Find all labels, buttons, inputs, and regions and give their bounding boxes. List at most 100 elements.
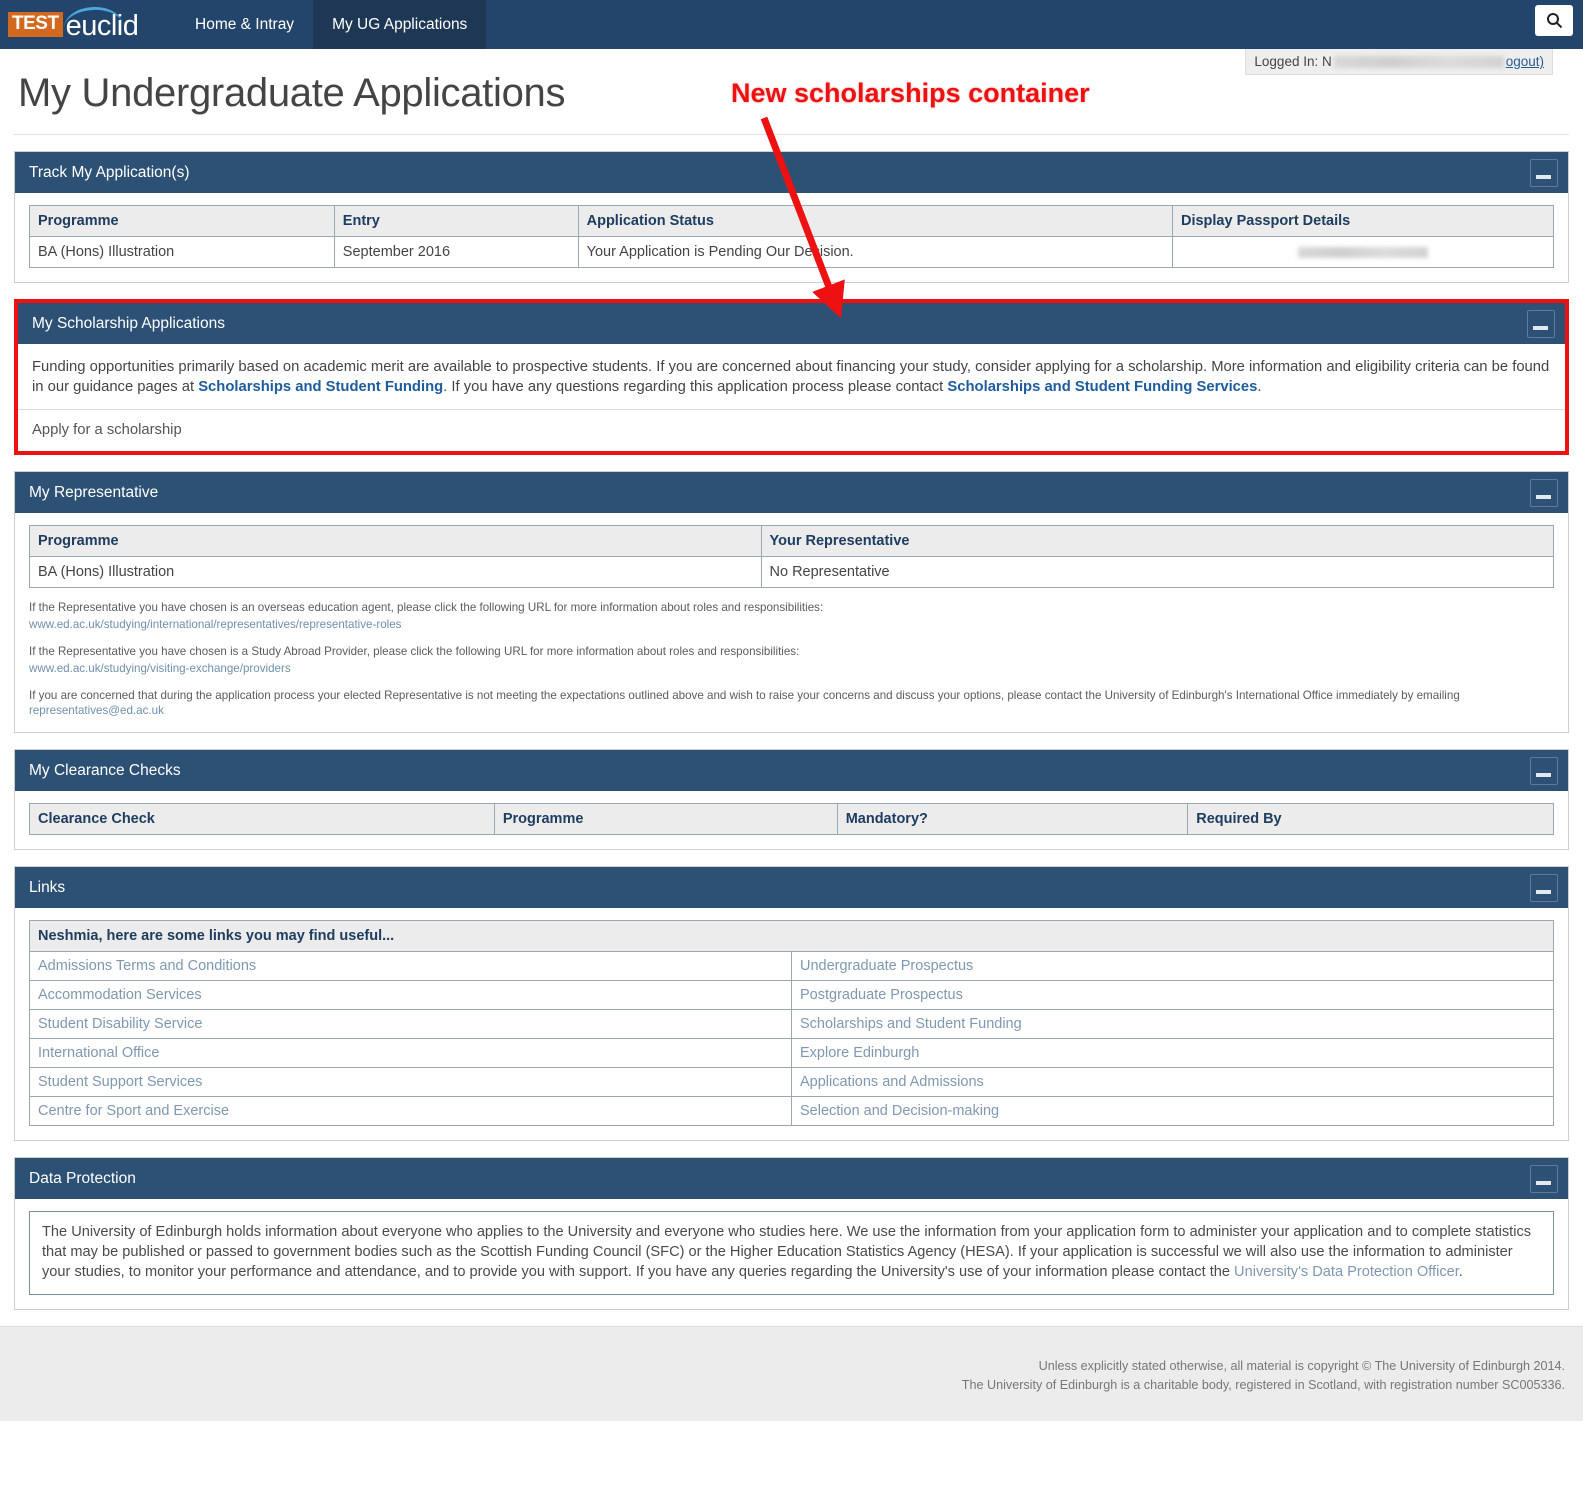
minimize-icon-track-applications[interactable]	[1530, 159, 1558, 187]
list-item: Centre for Sport and Exercise Selection …	[29, 1096, 1554, 1126]
panel-my-representative: My Representative Programme Your Represe…	[14, 471, 1569, 733]
nav-item-home-intray[interactable]: Home & Intray	[176, 0, 313, 49]
representatives-email-link[interactable]: representatives@ed.ac.uk	[29, 704, 164, 717]
cell-programme: BA (Hons) Illustration	[29, 556, 762, 588]
table-header-row: Clearance Check Programme Mandatory? Req…	[29, 803, 1554, 835]
apply-for-a-scholarship-row[interactable]: Apply for a scholarship	[18, 410, 1565, 451]
username-redacted	[1333, 55, 1504, 68]
panel-title-data-protection: Data Protection	[29, 1169, 136, 1187]
minimize-icon-data-protection[interactable]	[1530, 1165, 1558, 1193]
representative-note-3-text: If you are concerned that during the app…	[29, 689, 1460, 702]
cell-link-right: Scholarships and Student Funding	[791, 1009, 1554, 1039]
links-table-header: Neshmia, here are some links you may fin…	[29, 920, 1554, 952]
brand-logo[interactable]: TEST euclid	[0, 0, 160, 49]
panel-header-track-applications: Track My Application(s)	[15, 152, 1568, 193]
panel-title-my-representative: My Representative	[29, 483, 159, 501]
cell-link-right: Applications and Admissions	[791, 1067, 1554, 1097]
cell-link-left: Centre for Sport and Exercise	[29, 1096, 792, 1126]
page-content: My Undergraduate Applications Track My A…	[0, 71, 1583, 1310]
link-centre-for-sport-and-exercise[interactable]: Centre for Sport and Exercise	[38, 1103, 229, 1119]
logout-link[interactable]: ogout)	[1506, 54, 1544, 69]
cell-passport-details	[1171, 236, 1555, 268]
scholarship-intro-part2: . If you have any questions regarding th…	[443, 379, 948, 395]
panel-header-links: Links	[15, 867, 1568, 908]
data-protection-officer-link[interactable]: University's Data Protection Officer	[1234, 1264, 1459, 1280]
link-selection-and-decision-making[interactable]: Selection and Decision-making	[800, 1103, 999, 1119]
cell-link-right: Selection and Decision-making	[791, 1096, 1554, 1126]
brand-swoosh-icon	[63, 5, 123, 28]
visiting-exchange-providers-url[interactable]: www.ed.ac.uk/studying/visiting-exchange/…	[29, 661, 1554, 676]
representative-roles-url[interactable]: www.ed.ac.uk/studying/international/repr…	[29, 617, 1554, 632]
search-button[interactable]	[1535, 5, 1573, 36]
table-header-row: Neshmia, here are some links you may fin…	[29, 920, 1554, 952]
cell-link-right: Explore Edinburgh	[791, 1038, 1554, 1068]
panel-body-data-protection: The University of Edinburgh holds inform…	[15, 1199, 1568, 1309]
nav-item-my-ug-applications[interactable]: My UG Applications	[313, 0, 487, 49]
panel-title-clearance-checks: My Clearance Checks	[29, 761, 181, 779]
link-scholarships-and-student-funding[interactable]: Scholarships and Student Funding	[800, 1016, 1022, 1032]
annotation-label: New scholarships container	[731, 78, 1090, 108]
column-required-by: Required By	[1187, 803, 1554, 835]
representative-table: Programme Your Representative BA (Hons) …	[29, 525, 1555, 588]
panel-data-protection: Data Protection The University of Edinbu…	[14, 1157, 1569, 1310]
panel-title-links: Links	[29, 878, 66, 896]
link-explore-edinburgh[interactable]: Explore Edinburgh	[800, 1045, 919, 1061]
minimize-icon-my-representative[interactable]	[1530, 479, 1558, 507]
panel-clearance-checks: My Clearance Checks Clearance Check Prog…	[14, 749, 1569, 850]
page-footer: Unless explicitly stated otherwise, all …	[0, 1326, 1583, 1421]
footer-charity-line: The University of Edinburgh is a charita…	[961, 1378, 1565, 1392]
cell-link-left: Student Disability Service	[29, 1009, 792, 1039]
link-admissions-terms-and-conditions[interactable]: Admissions Terms and Conditions	[38, 958, 256, 974]
passport-value-redacted	[1297, 246, 1428, 258]
representative-note-3: If you are concerned that during the app…	[29, 688, 1554, 718]
column-entry: Entry	[333, 205, 579, 237]
representative-note-1: If the Representative you have chosen is…	[29, 600, 1554, 632]
cell-link-left: Student Support Services	[29, 1067, 792, 1097]
column-clearance-check: Clearance Check	[29, 803, 495, 835]
list-item: Admissions Terms and Conditions Undergra…	[29, 951, 1554, 981]
table-header-row: Programme Entry Application Status Displ…	[29, 205, 1555, 237]
cell-link-right: Postgraduate Prospectus	[791, 980, 1554, 1010]
scholarships-and-student-funding-link[interactable]: Scholarships and Student Funding	[198, 379, 443, 395]
column-programme: Programme	[29, 205, 335, 237]
top-navigation-bar: TEST euclid Home & Intray My UG Applicat…	[0, 0, 1583, 49]
track-applications-table: Programme Entry Application Status Displ…	[29, 205, 1555, 268]
logged-in-bar: Logged In: N ogout)	[1245, 49, 1553, 75]
panel-body-my-representative: Programme Your Representative BA (Hons) …	[15, 513, 1568, 732]
link-student-support-services[interactable]: Student Support Services	[38, 1074, 202, 1090]
panel-body-track-applications: Programme Entry Application Status Displ…	[15, 193, 1568, 282]
panel-body-clearance-checks: Clearance Check Programme Mandatory? Req…	[15, 791, 1568, 849]
panel-header-my-representative: My Representative	[15, 472, 1568, 513]
link-international-office[interactable]: International Office	[38, 1045, 159, 1061]
list-item: Student Disability Service Scholarships …	[29, 1009, 1554, 1039]
panel-title-track-applications: Track My Application(s)	[29, 163, 190, 181]
table-header-row: Programme Your Representative	[29, 525, 1555, 557]
representative-note-2: If the Representative you have chosen is…	[29, 644, 1554, 676]
scholarships-and-student-funding-services-link[interactable]: Scholarships and Student Funding Service…	[947, 379, 1257, 395]
search-icon	[1546, 12, 1563, 29]
link-accommodation-services[interactable]: Accommodation Services	[38, 987, 202, 1003]
minimize-icon-scholarship-applications[interactable]	[1527, 310, 1555, 338]
cell-link-left: International Office	[29, 1038, 792, 1068]
panel-header-scholarship-applications: My Scholarship Applications	[18, 303, 1565, 344]
panel-body-links: Neshmia, here are some links you may fin…	[15, 908, 1568, 1140]
column-application-status: Application Status	[577, 205, 1173, 237]
logged-in-label: Logged In: N	[1254, 54, 1332, 69]
minimize-icon-links[interactable]	[1530, 874, 1558, 902]
scholarship-intro-part3: .	[1257, 379, 1262, 395]
cell-your-representative: No Representative	[760, 556, 1555, 588]
link-student-disability-service[interactable]: Student Disability Service	[38, 1016, 202, 1032]
minimize-icon-clearance-checks[interactable]	[1530, 757, 1558, 785]
representative-note-1-text: If the Representative you have chosen is…	[29, 601, 824, 614]
cell-link-left: Accommodation Services	[29, 980, 792, 1010]
list-item: Student Support Services Applications an…	[29, 1067, 1554, 1097]
column-your-representative: Your Representative	[760, 525, 1555, 557]
cell-link-right: Undergraduate Prospectus	[791, 951, 1554, 981]
cell-link-left: Admissions Terms and Conditions	[29, 951, 792, 981]
link-undergraduate-prospectus[interactable]: Undergraduate Prospectus	[800, 958, 973, 974]
link-postgraduate-prospectus[interactable]: Postgraduate Prospectus	[800, 987, 963, 1003]
link-applications-and-admissions[interactable]: Applications and Admissions	[800, 1074, 984, 1090]
data-protection-text-box: The University of Edinburgh holds inform…	[29, 1211, 1554, 1295]
clearance-checks-table: Clearance Check Programme Mandatory? Req…	[29, 803, 1554, 835]
cell-programme: BA (Hons) Illustration	[29, 236, 335, 268]
